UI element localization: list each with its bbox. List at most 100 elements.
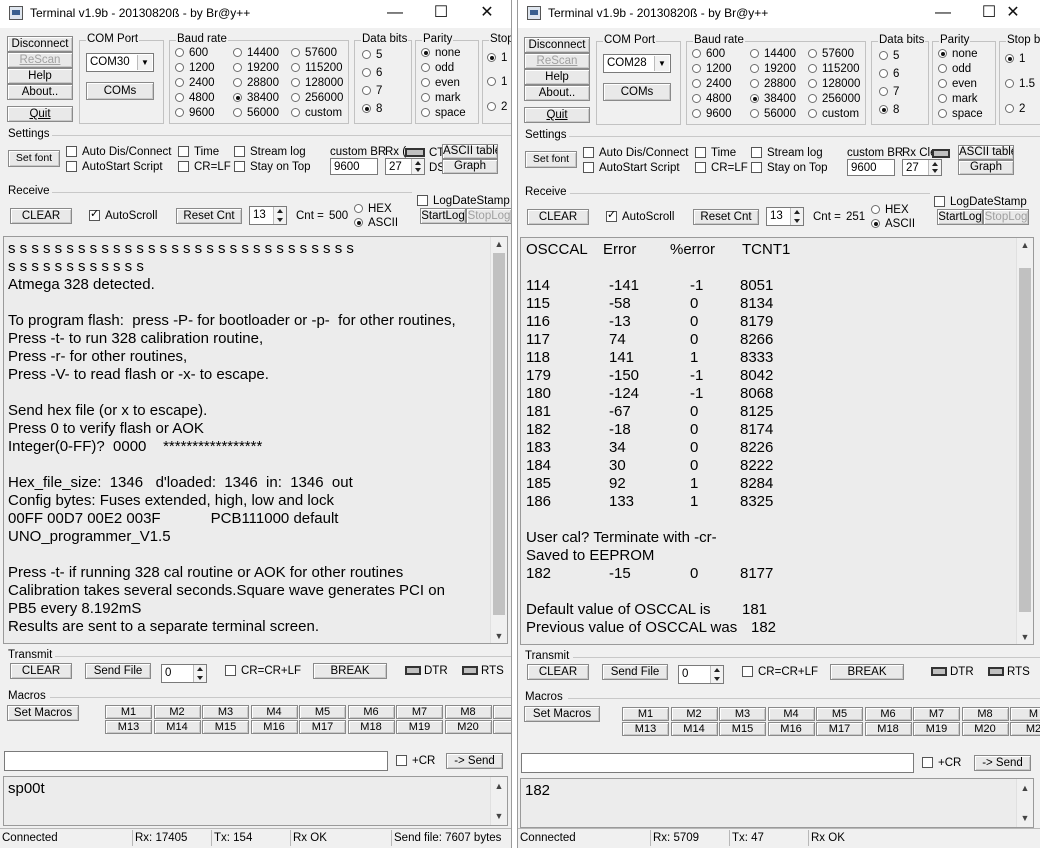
send-input[interactable]	[4, 751, 388, 771]
baud-radio-115200[interactable]: 115200	[291, 62, 343, 75]
baud-radio-14400[interactable]: 14400	[233, 47, 279, 60]
macro-button-m20[interactable]: M20	[961, 722, 1009, 736]
baud-radio-38400[interactable]: 38400	[233, 92, 279, 105]
baud-radio-custom[interactable]: custom	[291, 107, 342, 120]
macro-button-m6[interactable]: M6	[347, 705, 395, 719]
receive-clear-button[interactable]: CLEAR	[10, 208, 72, 224]
rescan-button[interactable]: ReScan	[7, 52, 73, 68]
baud-radio-9600[interactable]: 9600	[175, 107, 215, 120]
custom-br-input[interactable]: 9600	[330, 158, 378, 175]
send-file-button[interactable]: Send File	[85, 663, 151, 679]
baud-radio-600[interactable]: 600	[692, 48, 725, 61]
data-bits-radio-8[interactable]: 8	[362, 103, 382, 116]
transmit-scrollbar[interactable]: ▲ ▼	[1016, 779, 1033, 827]
autoscroll-check[interactable]: AutoScroll	[89, 208, 157, 223]
baud-radio-56000[interactable]: 56000	[233, 107, 279, 120]
baud-radio-600[interactable]: 600	[175, 47, 208, 60]
stop-radio-1[interactable]: 1	[487, 52, 507, 65]
baud-radio-19200[interactable]: 19200	[233, 62, 279, 75]
receive-clear-button[interactable]: CLEAR	[527, 209, 589, 225]
baud-radio-custom[interactable]: custom	[808, 108, 859, 121]
transmit-terminal[interactable]: 182 ▲ ▼	[520, 778, 1034, 828]
macro-button-m20[interactable]: M20	[444, 720, 492, 734]
baud-radio-2400[interactable]: 2400	[692, 78, 732, 91]
autostart-script-check[interactable]: AutoStart Script	[66, 161, 163, 174]
rx-clear-spin[interactable]: 27	[902, 159, 942, 176]
graph-button[interactable]: Graph	[958, 160, 1014, 175]
send-file-button[interactable]: Send File	[602, 664, 668, 680]
baud-radio-115200[interactable]: 115200	[808, 63, 860, 76]
macro-button-m4[interactable]: M4	[250, 705, 298, 719]
stop-radio-2[interactable]: 2	[1005, 103, 1025, 116]
macro-button-m14[interactable]: M14	[153, 720, 201, 734]
scroll-up-icon[interactable]: ▲	[491, 237, 507, 251]
send-button[interactable]: -> Send	[974, 755, 1031, 771]
parity-radio-mark[interactable]: mark	[421, 92, 461, 105]
baud-radio-128000[interactable]: 128000	[808, 78, 860, 91]
scroll-down-icon[interactable]: ▼	[491, 809, 507, 823]
help-button[interactable]: Help	[7, 68, 73, 84]
stop-log-button[interactable]: StopLog	[466, 208, 511, 224]
stay-on-top-check[interactable]: Stay on Top	[751, 162, 828, 175]
reset-cnt-button[interactable]: Reset Cnt	[693, 209, 759, 225]
log-date-stamp-check[interactable]: LogDateStamp	[417, 195, 510, 208]
set-font-button[interactable]: Set font	[8, 150, 60, 167]
macro-button-m13[interactable]: M13	[622, 722, 669, 736]
scroll-down-icon[interactable]: ▼	[1017, 811, 1033, 825]
baud-radio-28800[interactable]: 28800	[750, 78, 796, 91]
macro-button-m5[interactable]: M5	[816, 707, 863, 721]
baud-radio-256000[interactable]: 256000	[291, 92, 343, 105]
rts-indicator[interactable]: RTS	[462, 665, 504, 678]
transmit-scrollbar[interactable]: ▲ ▼	[490, 777, 507, 825]
break-button[interactable]: BREAK	[313, 663, 387, 679]
macro-button-m19[interactable]: M19	[396, 720, 443, 734]
macro-button-m15[interactable]: M15	[719, 722, 766, 736]
auto-dis-connect-check[interactable]: Auto Dis/Connect	[66, 146, 172, 159]
time-check[interactable]: Time	[178, 146, 219, 159]
ascii-table-button[interactable]: ASCII table	[958, 145, 1014, 160]
parity-radio-mark[interactable]: mark	[938, 93, 978, 106]
about-button[interactable]: About..	[524, 85, 590, 101]
macro-button-m16[interactable]: M16	[767, 722, 815, 736]
help-button[interactable]: Help	[524, 69, 590, 85]
scroll-down-icon[interactable]: ▼	[491, 629, 507, 643]
baud-radio-1200[interactable]: 1200	[692, 63, 732, 76]
macro-button-m18[interactable]: M18	[864, 722, 912, 736]
parity-radio-odd[interactable]: odd	[938, 63, 971, 76]
macro-button-m16[interactable]: M16	[250, 720, 298, 734]
baud-radio-4800[interactable]: 4800	[692, 93, 732, 106]
disconnect-button[interactable]: Disconnect	[7, 36, 73, 52]
macro-button-m18[interactable]: M18	[347, 720, 395, 734]
set-font-button[interactable]: Set font	[525, 151, 577, 168]
scroll-down-icon[interactable]: ▼	[1017, 630, 1033, 644]
cnt-spin[interactable]: 13	[249, 206, 287, 225]
com-port-select[interactable]: COM28 ▼	[603, 54, 671, 73]
baud-radio-57600[interactable]: 57600	[808, 48, 854, 61]
stream-log-check[interactable]: Stream log	[751, 147, 823, 160]
transmit-spin[interactable]: 0	[161, 664, 207, 683]
baud-radio-4800[interactable]: 4800	[175, 92, 215, 105]
macro-button-m7[interactable]: M7	[396, 705, 443, 719]
break-button[interactable]: BREAK	[830, 664, 904, 680]
rts-indicator[interactable]: RTS	[988, 666, 1030, 679]
stop-radio-1[interactable]: 1	[1005, 53, 1025, 66]
scroll-up-icon[interactable]: ▲	[1017, 781, 1033, 795]
parity-radio-none[interactable]: none	[938, 48, 978, 61]
set-macros-button[interactable]: Set Macros	[524, 706, 600, 722]
cnt-spin[interactable]: 13	[766, 207, 804, 226]
parity-radio-space[interactable]: space	[938, 108, 983, 121]
scroll-thumb[interactable]	[493, 253, 505, 615]
macro-button-m3[interactable]: M3	[719, 707, 766, 721]
dtr-indicator[interactable]: DTR	[931, 666, 974, 679]
rx-clear-spin[interactable]: 27	[385, 158, 425, 175]
parity-radio-space[interactable]: space	[421, 107, 466, 120]
macro-button-m17[interactable]: M17	[299, 720, 346, 734]
baud-radio-128000[interactable]: 128000	[291, 77, 343, 90]
macro-button-m2[interactable]: M2	[670, 707, 718, 721]
macro-button-m[interactable]: M	[493, 720, 511, 734]
baud-radio-14400[interactable]: 14400	[750, 48, 796, 61]
minimize-icon[interactable]: —	[920, 0, 966, 28]
stop-radio-15[interactable]: 1.5	[1005, 78, 1035, 91]
baud-radio-56000[interactable]: 56000	[750, 108, 796, 121]
receive-scrollbar[interactable]: ▲ ▼	[1016, 238, 1033, 644]
